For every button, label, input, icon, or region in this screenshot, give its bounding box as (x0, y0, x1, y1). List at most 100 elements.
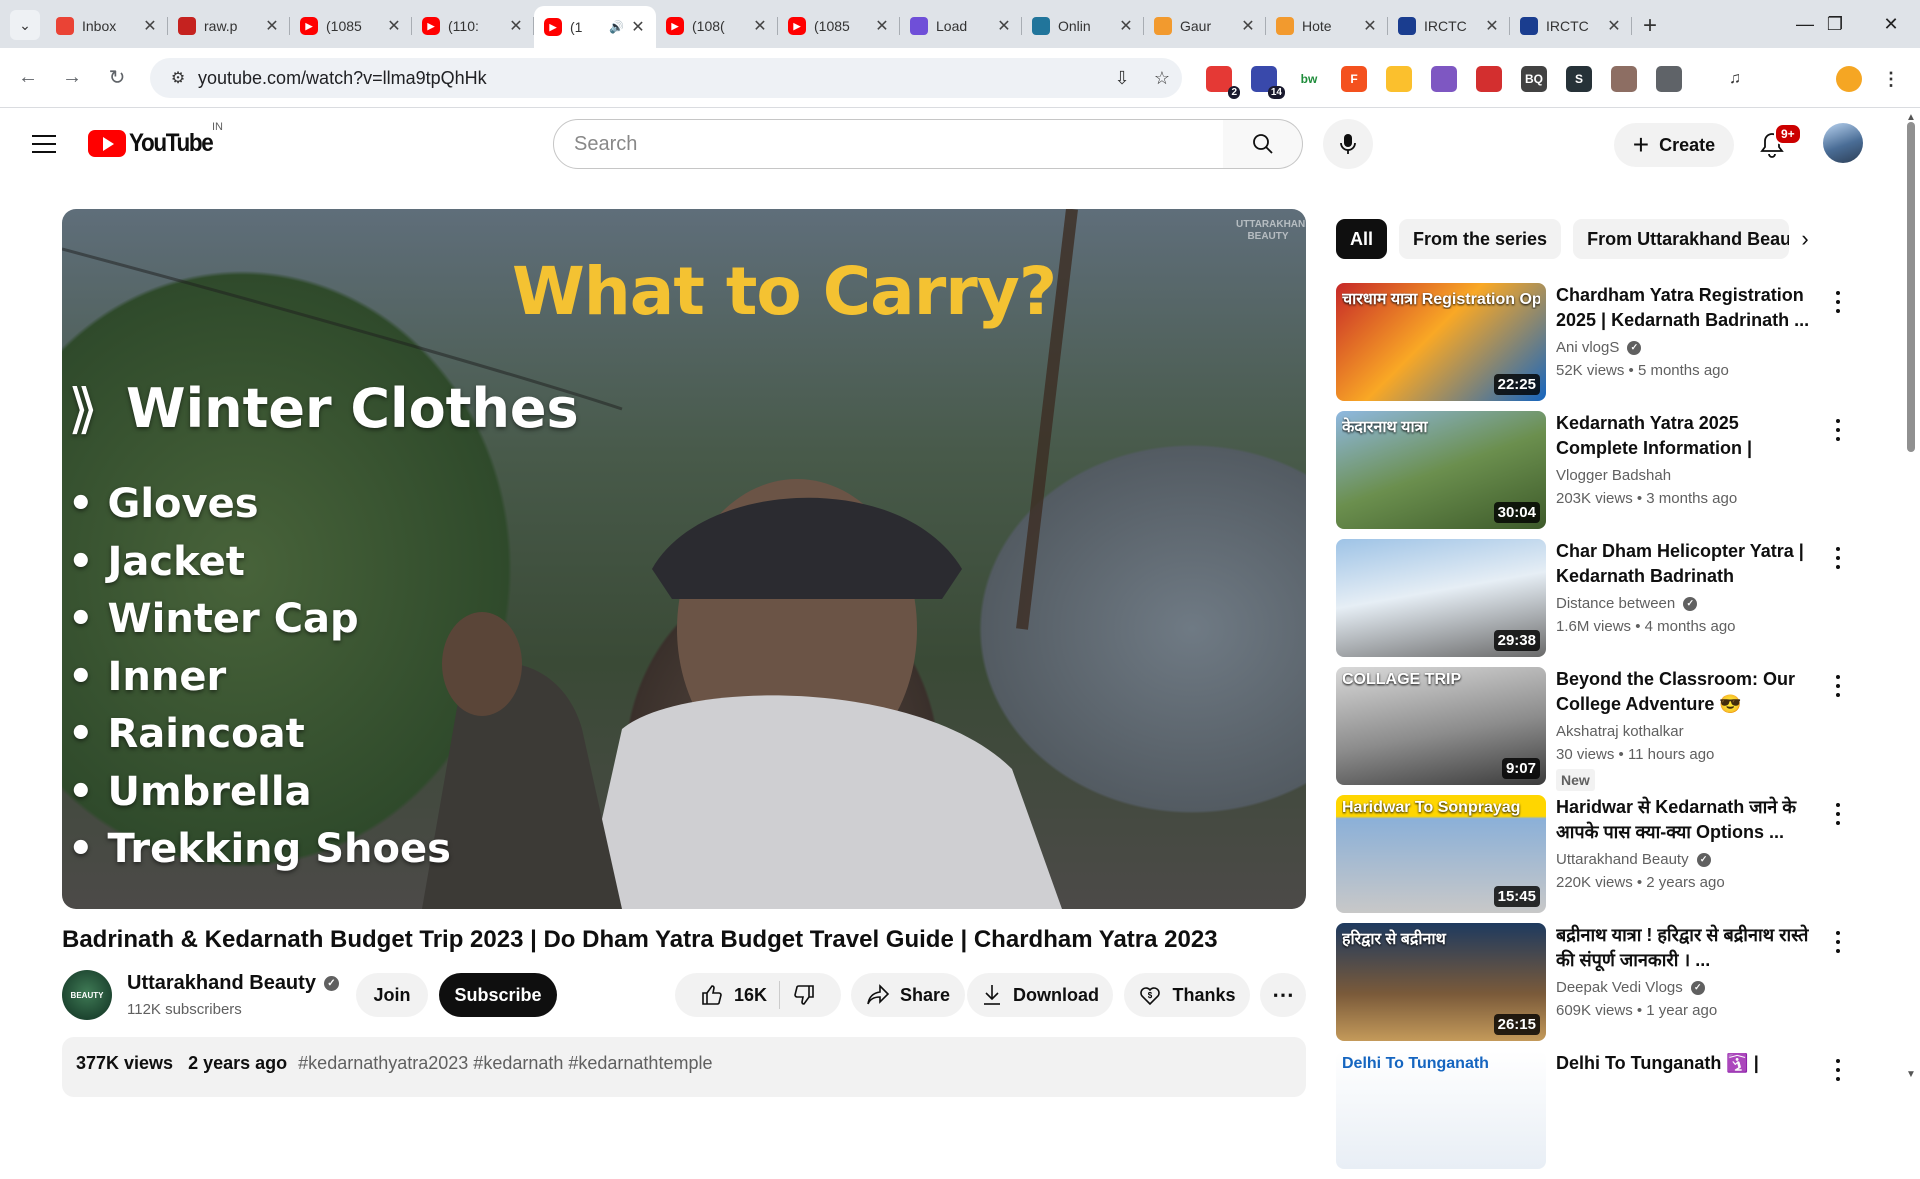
channel-name-text[interactable]: Ani vlogS (1556, 339, 1619, 356)
tab-close-icon[interactable]: ✕ (1118, 16, 1134, 36)
browser-tab[interactable]: ▶ (108(✕ (656, 8, 778, 44)
subscribe-button[interactable]: Subscribe (439, 973, 557, 1017)
filter-chip[interactable]: All (1336, 219, 1388, 259)
tab-close-icon[interactable]: ✕ (1240, 16, 1256, 36)
recommendation-channel[interactable]: Ani vlogS ✓ (1556, 339, 1816, 356)
back-button[interactable]: ← (12, 61, 44, 93)
join-button[interactable]: Join (356, 973, 428, 1017)
video-thumbnail[interactable]: COLLAGE TRIP 9:07 (1336, 667, 1546, 785)
tab-close-icon[interactable]: ✕ (996, 16, 1012, 36)
channel-name-text[interactable]: Uttarakhand Beauty (127, 972, 316, 995)
speaker-icon[interactable]: 🔊 (609, 20, 624, 34)
like-count[interactable]: 16K (734, 985, 767, 1006)
ext-2-icon[interactable]: 14 (1251, 66, 1285, 99)
browser-tab[interactable]: ▶ (110: ✕ (412, 8, 534, 44)
video-thumbnail[interactable]: हरिद्वार से बद्रीनाथ 26:15 (1336, 923, 1546, 1041)
install-app-icon[interactable]: ⇩ (1102, 68, 1142, 89)
description-box[interactable]: 377K views 2 years ago #kedarnathyatra20… (62, 1037, 1306, 1097)
filter-chip[interactable]: From the series (1399, 219, 1562, 259)
tab-search-button[interactable]: ⌄ (10, 10, 40, 40)
account-avatar[interactable] (1823, 123, 1863, 163)
recommendation-title[interactable]: Char Dham Helicopter Yatra | Kedarnath B… (1556, 539, 1816, 589)
video-thumbnail[interactable]: केदारनाथ यात्रा 30:04 (1336, 411, 1546, 529)
profile-avatar[interactable] (1836, 66, 1862, 92)
like-button[interactable] (700, 983, 724, 1007)
browser-tab[interactable]: Hote ✕ (1266, 8, 1388, 44)
tab-close-icon[interactable]: ✕ (264, 16, 280, 36)
browser-tab[interactable]: IRCTC ✕ (1388, 8, 1510, 44)
notifications-button[interactable]: 9+ (1752, 123, 1802, 165)
tab-close-icon[interactable]: ✕ (508, 16, 524, 36)
recommendation-title[interactable]: Chardham Yatra Registration 2025 | Kedar… (1556, 283, 1816, 333)
ext-9-icon[interactable]: S (1566, 66, 1592, 92)
recommendation-title[interactable]: Beyond the Classroom: Our College Advent… (1556, 667, 1816, 717)
filter-chip[interactable]: From Uttarakhand Beauty (1573, 219, 1790, 259)
browser-tab[interactable]: raw.p ✕ (168, 8, 290, 44)
download-button[interactable]: Download (967, 973, 1113, 1017)
page-scrollbar[interactable]: ▲ ▼ (1904, 112, 1918, 1080)
recommendation-channel[interactable]: Deepak Vedi Vlogs ✓ (1556, 979, 1816, 996)
video-player[interactable]: UTTARAKHAND BEAUTY What to Carry? ⟫ Winte… (62, 209, 1306, 909)
address-bar[interactable]: ⚙ youtube.com/watch?v=llma9tpQhHk ⇩ ☆ (150, 58, 1182, 98)
more-vertical-icon[interactable] (1826, 415, 1850, 445)
bookmark-star-icon[interactable]: ☆ (1142, 68, 1182, 89)
browser-tab[interactable]: ▶ (1 🔊 ✕ (534, 6, 656, 48)
hashtags[interactable]: #kedarnathyatra2023 #kedarnath #kedarnat… (298, 1053, 712, 1073)
dislike-button[interactable] (792, 983, 816, 1007)
browser-tab[interactable]: ▶ (1085 ✕ (290, 8, 412, 44)
recommendation-info[interactable]: Chardham Yatra Registration 2025 | Kedar… (1556, 283, 1816, 379)
ext-1-icon[interactable]: 2 (1206, 66, 1240, 99)
search-button[interactable] (1223, 119, 1303, 169)
tab-close-icon[interactable]: ✕ (752, 16, 768, 36)
channel-name[interactable]: Uttarakhand Beauty ✓ (127, 972, 339, 995)
video-thumbnail[interactable]: Delhi To Tunganath (1336, 1051, 1546, 1169)
tab-close-icon[interactable]: ✕ (630, 17, 646, 37)
browser-tab[interactable]: ▶ (1085 ✕ (778, 8, 900, 44)
reload-button[interactable]: ↻ (101, 61, 133, 93)
voice-search-button[interactable] (1323, 119, 1373, 169)
tab-close-icon[interactable]: ✕ (386, 16, 402, 36)
tab-media-icon[interactable]: ♫ (1722, 66, 1748, 92)
create-button[interactable]: + Create (1614, 123, 1734, 167)
tab-close-icon[interactable]: ✕ (1606, 16, 1622, 36)
recommendation-item[interactable]: 29:38 Char Dham Helicopter Yatra | Kedarn… (1336, 539, 1866, 667)
browser-tab[interactable]: Inbox ✕ (46, 8, 168, 44)
recommendation-info[interactable]: बद्रीनाथ यात्रा ! हरिद्वार से बद्रीनाथ र… (1556, 923, 1816, 1019)
recommendation-item[interactable]: चारधाम यात्रा Registration Open! 22:25 Cha… (1336, 283, 1866, 411)
ext-5-icon[interactable] (1386, 66, 1412, 92)
browser-tab[interactable]: Load ✕ (900, 8, 1022, 44)
browser-tab[interactable]: Onlin ✕ (1022, 8, 1144, 44)
recommendation-info[interactable]: Delhi To Tunganath 🛐 | (1556, 1051, 1816, 1076)
more-vertical-icon[interactable] (1826, 543, 1850, 573)
ext-8-icon[interactable]: BQ (1521, 66, 1547, 92)
tab-close-icon[interactable]: ✕ (142, 16, 158, 36)
channel-avatar[interactable]: BEAUTY (62, 970, 112, 1020)
recommendation-item[interactable]: Haridwar To Sonprayag 15:45 Haridwar से Ke… (1336, 795, 1866, 923)
recommendation-channel[interactable]: Uttarakhand Beauty ✓ (1556, 851, 1816, 868)
recommendation-info[interactable]: Beyond the Classroom: Our College Advent… (1556, 667, 1816, 791)
recommendation-title[interactable]: बद्रीनाथ यात्रा ! हरिद्वार से बद्रीनाथ र… (1556, 923, 1816, 973)
tab-close-icon[interactable]: ✕ (1484, 16, 1500, 36)
new-tab-button[interactable]: + (1632, 8, 1668, 44)
recommendation-channel[interactable]: Distance between ✓ (1556, 595, 1816, 612)
channel-name-text[interactable]: Vlogger Badshah (1556, 467, 1671, 484)
channel-name-text[interactable]: Akshatraj kothalkar (1556, 723, 1684, 740)
more-vertical-icon[interactable] (1826, 1055, 1850, 1085)
chevron-right-icon[interactable]: › (1790, 224, 1820, 254)
scrollbar-thumb[interactable] (1907, 122, 1915, 452)
scroll-down-arrow-icon[interactable]: ▼ (1906, 1069, 1916, 1080)
browser-tab[interactable]: Gaur ✕ (1144, 8, 1266, 44)
youtube-logo[interactable]: YouTube IN (88, 121, 223, 158)
tab-close-icon[interactable]: ✕ (874, 16, 890, 36)
ext-3-icon[interactable]: bw (1296, 66, 1322, 92)
more-vertical-icon[interactable] (1826, 671, 1850, 701)
thanks-button[interactable]: $ Thanks (1124, 973, 1250, 1017)
browser-tab[interactable]: IRCTC ✕ (1510, 8, 1632, 44)
channel-name-text[interactable]: Uttarakhand Beauty (1556, 851, 1689, 868)
restore-button[interactable]: ❐ (1806, 0, 1864, 48)
ext-7-icon[interactable] (1476, 66, 1502, 92)
video-thumbnail[interactable]: 29:38 (1336, 539, 1546, 657)
more-vertical-icon[interactable] (1826, 287, 1850, 317)
recommendation-item[interactable]: केदारनाथ यात्रा 30:04 Kedarnath Yatra 2025… (1336, 411, 1866, 539)
ext-6-icon[interactable] (1431, 66, 1457, 92)
